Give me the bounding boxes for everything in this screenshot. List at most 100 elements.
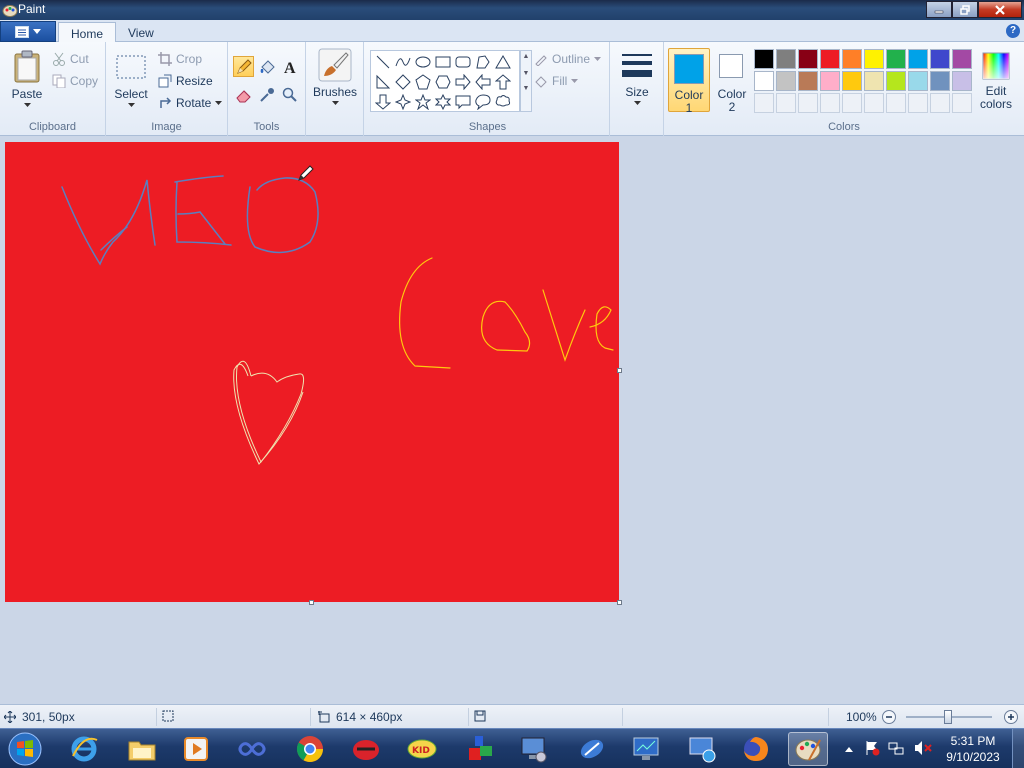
taskbar-internet-explorer[interactable] [64,732,104,766]
canvas-workspace[interactable] [0,136,1024,704]
oval-callout-shape-button[interactable] [473,92,493,112]
canvas-resize-handle-corner[interactable] [617,600,622,605]
close-button[interactable] [978,1,1022,18]
palette-custom-slot[interactable] [930,93,950,113]
palette-swatch[interactable] [886,71,906,91]
palette-swatch[interactable] [842,49,862,69]
outline-button[interactable]: Outline [534,52,602,66]
right-triangle-shape-button[interactable] [373,72,393,92]
palette-swatch[interactable] [776,71,796,91]
cut-button[interactable]: Cut [52,52,89,66]
palette-swatch[interactable] [864,71,884,91]
eraser-tool-button[interactable] [233,84,254,105]
palette-swatch[interactable] [864,49,884,69]
palette-swatch[interactable] [952,71,972,91]
taskbar-app-remote[interactable] [682,732,722,766]
tab-view[interactable]: View [116,22,166,43]
action-center-icon[interactable] [864,740,880,759]
taskbar-app-monitor[interactable] [514,732,554,766]
taskbar-app-game[interactable]: KID [402,732,442,766]
zoom-in-button[interactable] [1004,710,1018,724]
right-arrow-shape-button[interactable] [453,72,473,92]
drawing-canvas[interactable] [5,142,619,602]
color-picker-tool-button[interactable] [256,84,277,105]
palette-custom-slot[interactable] [798,93,818,113]
triangle-shape-button[interactable] [493,52,513,72]
taskbar-media-player[interactable] [176,732,216,766]
cloud-callout-shape-button[interactable] [493,92,513,112]
five-point-star-shape-button[interactable] [413,92,433,112]
curve-shape-button[interactable] [393,52,413,72]
rotate-button[interactable]: Rotate [158,96,223,110]
pencil-tool-button[interactable] [233,56,254,77]
palette-swatch[interactable] [776,49,796,69]
size-button[interactable]: Size [616,48,658,118]
clock[interactable]: 5:31 PM 9/10/2023 [940,733,1006,765]
palette-swatch[interactable] [754,49,774,69]
help-icon[interactable]: ? [1006,24,1020,38]
restore-button[interactable] [952,1,978,18]
crop-button[interactable]: Crop [158,52,202,66]
palette-swatch[interactable] [798,71,818,91]
show-hidden-icons-button[interactable] [844,742,854,756]
palette-swatch[interactable] [820,71,840,91]
tab-home[interactable]: Home [58,22,117,43]
palette-swatch[interactable] [952,49,972,69]
paste-button[interactable]: Paste [6,48,48,112]
taskbar-chrome[interactable] [290,732,330,766]
brushes-button[interactable]: Brushes [312,48,358,118]
taskbar-file-explorer[interactable] [122,732,162,766]
copy-button[interactable]: Copy [52,74,98,88]
taskbar-firefox[interactable] [736,732,776,766]
left-arrow-shape-button[interactable] [473,72,493,92]
select-button[interactable]: Select [112,48,150,112]
volume-icon[interactable] [914,740,932,759]
pentagon-shape-button[interactable] [413,72,433,92]
palette-swatch[interactable] [930,71,950,91]
diamond-shape-button[interactable] [393,72,413,92]
palette-swatch[interactable] [908,71,928,91]
zoom-slider-thumb[interactable] [944,710,952,724]
canvas-resize-handle-bottom[interactable] [309,600,314,605]
palette-custom-slot[interactable] [820,93,840,113]
oval-shape-button[interactable] [413,52,433,72]
zoom-out-button[interactable] [882,710,896,724]
palette-custom-slot[interactable] [776,93,796,113]
up-arrow-shape-button[interactable] [493,72,513,92]
palette-swatch[interactable] [798,49,818,69]
palette-custom-slot[interactable] [952,93,972,113]
palette-swatch[interactable] [886,49,906,69]
four-point-star-shape-button[interactable] [393,92,413,112]
shapes-scrollbar[interactable]: ▲ ▼ ▼ [520,50,532,112]
palette-custom-slot[interactable] [886,93,906,113]
rounded-rectangle-shape-button[interactable] [453,52,473,72]
palette-swatch[interactable] [908,49,928,69]
rectangle-callout-shape-button[interactable] [453,92,473,112]
rectangle-shape-button[interactable] [433,52,453,72]
fill-tool-button[interactable] [256,56,277,77]
taskbar-app-tool[interactable] [572,732,612,766]
palette-swatch[interactable] [930,49,950,69]
taskbar-app-blocks[interactable] [460,732,500,766]
down-arrow-shape-button[interactable] [373,92,393,112]
magnifier-tool-button[interactable] [279,84,300,105]
palette-swatch[interactable] [842,71,862,91]
show-desktop-button[interactable] [1012,729,1024,768]
fill-button[interactable]: Fill [534,74,579,88]
edit-colors-button[interactable]: Edit colors [976,48,1016,114]
color1-button[interactable]: Color 1 [668,48,710,115]
text-tool-button[interactable]: A [279,56,300,77]
network-icon[interactable] [888,740,904,759]
zoom-slider[interactable] [906,710,992,724]
palette-swatch[interactable] [754,71,774,91]
color2-button[interactable]: Color 2 [712,48,752,114]
taskbar-app-red[interactable] [346,732,386,766]
canvas-resize-handle-right[interactable] [617,368,622,373]
hexagon-shape-button[interactable] [433,72,453,92]
polygon-shape-button[interactable] [473,52,493,72]
line-shape-button[interactable] [373,52,393,72]
start-button[interactable] [3,730,47,768]
palette-custom-slot[interactable] [842,93,862,113]
taskbar-app-infinity[interactable] [232,732,272,766]
palette-custom-slot[interactable] [864,93,884,113]
